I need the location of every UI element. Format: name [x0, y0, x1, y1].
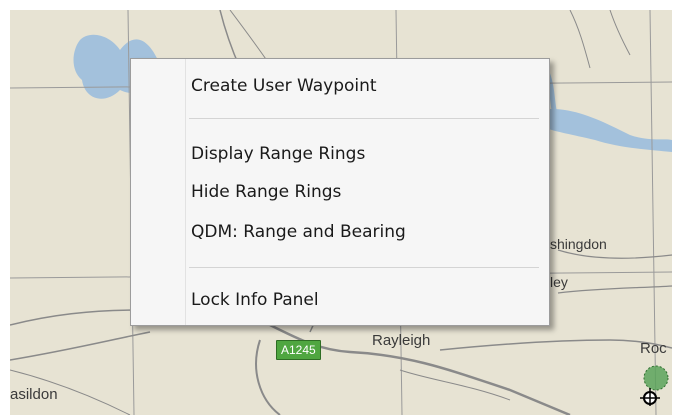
menu-item-lock-info-panel[interactable]: Lock Info Panel — [187, 285, 543, 315]
menu-separator — [189, 267, 539, 268]
place-label-rochford: Roc — [640, 340, 667, 357]
menu-item-label: Display Range Rings — [191, 144, 366, 164]
menu-item-qdm-range-and-bearing[interactable]: QDM: Range and Bearing — [187, 217, 543, 247]
place-label-basildon: asildon — [10, 386, 58, 403]
menu-icon-gutter — [131, 59, 186, 325]
menu-separator — [189, 118, 539, 119]
place-label-hockley: ley — [550, 274, 568, 290]
place-label-hockley-area: shingdon — [550, 236, 607, 252]
airfield-marker-icon[interactable] — [636, 362, 672, 406]
menu-item-label: Create User Waypoint — [191, 76, 377, 96]
place-label-rayleigh: Rayleigh — [372, 332, 431, 349]
menu-item-display-range-rings[interactable]: Display Range Rings — [187, 139, 543, 169]
menu-item-label: Lock Info Panel — [191, 290, 319, 310]
road-shield-a1245: A1245 — [276, 340, 321, 360]
menu-item-label: Hide Range Rings — [191, 182, 342, 202]
context-menu: Create User Waypoint Display Range Rings… — [130, 58, 550, 326]
menu-item-create-user-waypoint[interactable]: Create User Waypoint — [187, 71, 543, 101]
menu-item-label: QDM: Range and Bearing — [191, 222, 406, 242]
menu-item-hide-range-rings[interactable]: Hide Range Rings — [187, 177, 543, 207]
